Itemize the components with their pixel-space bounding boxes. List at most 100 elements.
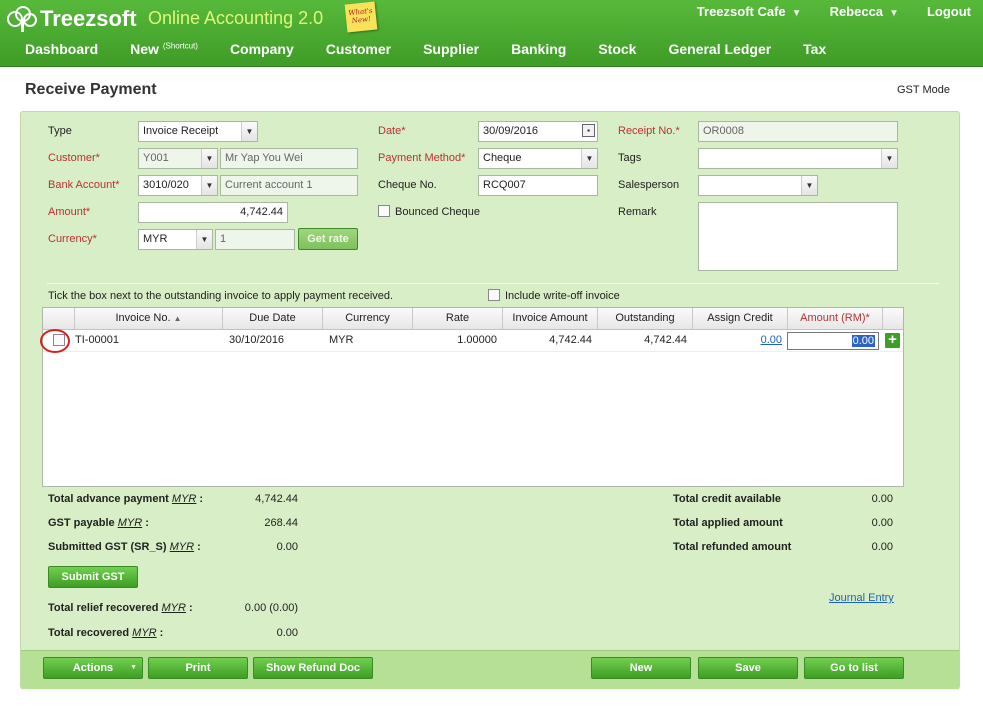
sort-asc-icon: ▲ <box>173 314 182 323</box>
top-bar: Treezsoft Online Accounting 2.0 What's N… <box>0 0 983 67</box>
amount-field[interactable]: 4,742.44 <box>138 202 288 223</box>
page-title: Receive Payment <box>25 81 157 98</box>
currency-label: Currency* <box>48 233 97 245</box>
cell-currency: MYR <box>329 334 354 346</box>
main-nav: Dashboard New (Shortcut) Company Custome… <box>0 41 842 65</box>
col-rate[interactable]: Rate <box>413 308 503 329</box>
calendar-icon[interactable]: ▪ <box>582 124 595 137</box>
payment-method-select[interactable]: Cheque ▼ <box>478 148 598 169</box>
payment-method-value: Cheque <box>483 152 522 164</box>
submitted-gst-currency: MYR <box>169 541 195 553</box>
journal-entry-link[interactable]: Journal Entry <box>829 592 894 604</box>
chevron-down-icon: ▼ <box>791 8 802 19</box>
amount-input[interactable]: 0.00 <box>787 332 879 350</box>
remark-textarea[interactable] <box>698 202 898 271</box>
bank-account-label: Bank Account* <box>48 179 120 191</box>
instructions-text: Tick the box next to the outstanding inv… <box>48 290 394 302</box>
include-writeoff-checkbox[interactable] <box>488 289 500 301</box>
nav-general-ledger[interactable]: General Ledger <box>652 41 787 65</box>
chevron-down-icon: ▼ <box>201 149 217 168</box>
gst-payable-label: GST payable MYR : <box>48 517 149 529</box>
total-advance-text: Total advance payment <box>48 493 169 505</box>
bank-code-select[interactable]: 3010/020 ▼ <box>138 175 218 196</box>
customer-code-select[interactable]: Y001 ▼ <box>138 148 218 169</box>
salesperson-select[interactable]: ▼ <box>698 175 818 196</box>
whats-new-note[interactable]: What's New! <box>344 1 378 33</box>
chevron-down-icon: ▼ <box>881 149 897 168</box>
bank-name-field: Current account 1 <box>220 175 358 196</box>
date-value: 30/09/2016 <box>483 125 539 137</box>
nav-customer[interactable]: Customer <box>310 41 407 65</box>
tags-label: Tags <box>618 152 642 164</box>
amount-label: Amount* <box>48 206 91 218</box>
nav-new[interactable]: New (Shortcut) <box>114 41 214 65</box>
receipt-no-field: OR0008 <box>698 121 898 142</box>
chevron-down-icon: ▼ <box>130 664 137 671</box>
get-rate-button[interactable]: Get rate <box>298 228 358 250</box>
actions-button[interactable]: Actions ▼ <box>43 657 143 679</box>
exchange-rate-field[interactable]: 1 <box>215 229 295 250</box>
submit-gst-button[interactable]: Submit GST <box>48 566 138 588</box>
nav-dashboard[interactable]: Dashboard <box>0 41 114 65</box>
treezsoft-logo[interactable]: Treezsoft <box>6 5 137 33</box>
company-menu[interactable]: Treezsoft Cafe ▼ <box>697 4 802 19</box>
receipt-no-label: Receipt No.* <box>618 125 680 137</box>
col-outstanding[interactable]: Outstanding <box>598 308 693 329</box>
col-amount[interactable]: Amount (RM)* <box>788 308 883 329</box>
logout-link[interactable]: Logout <box>927 4 971 19</box>
gst-payable-value: 268.44 <box>264 517 298 529</box>
currency-select[interactable]: MYR ▼ <box>138 229 213 250</box>
company-label: Treezsoft Cafe <box>696 4 786 19</box>
total-credit-value: 0.00 <box>871 493 893 505</box>
nav-tax[interactable]: Tax <box>787 41 842 65</box>
tags-select[interactable]: ▼ <box>698 148 898 169</box>
customer-label: Customer* <box>48 152 100 164</box>
go-to-list-button[interactable]: Go to list <box>804 657 904 679</box>
cell-rate: 1.00000 <box>457 334 497 346</box>
type-select[interactable]: Invoice Receipt ▼ <box>138 121 258 142</box>
col-assign-credit[interactable]: Assign Credit <box>693 308 788 329</box>
total-advance-value: 4,742.44 <box>255 493 298 505</box>
date-field[interactable]: 30/09/2016 ▪ <box>478 121 598 142</box>
include-writeoff-label: Include write-off invoice <box>505 290 620 302</box>
total-recovered-label: Total recovered MYR : <box>48 627 164 639</box>
col-invoice-no[interactable]: Invoice No. ▲ <box>75 308 223 329</box>
save-button[interactable]: Save <box>698 657 798 679</box>
col-invoice-amount[interactable]: Invoice Amount <box>503 308 598 329</box>
user-menu[interactable]: Rebecca ▼ <box>830 4 899 19</box>
print-button[interactable]: Print <box>148 657 248 679</box>
bounced-cheque-label: Bounced Cheque <box>395 206 481 218</box>
submitted-gst-text: Submitted GST (SR_S) <box>48 541 167 553</box>
nav-banking[interactable]: Banking <box>495 41 582 65</box>
total-refunded-label: Total refunded amount <box>673 541 792 553</box>
col-currency[interactable]: Currency <box>323 308 413 329</box>
col-due-date[interactable]: Due Date <box>223 308 323 329</box>
nav-supplier[interactable]: Supplier <box>407 41 495 65</box>
new-button[interactable]: New <box>591 657 691 679</box>
nav-stock[interactable]: Stock <box>582 41 652 65</box>
assign-credit-link[interactable]: 0.00 <box>693 330 782 351</box>
col-invoice-no-label: Invoice No. <box>115 312 171 324</box>
total-advance-label: Total advance payment MYR : <box>48 493 204 505</box>
receive-payment-panel: Type Invoice Receipt ▼ Customer* Y001 ▼ Mr… <box>20 111 960 689</box>
cell-outstanding: 4,742.44 <box>644 334 687 346</box>
remark-label: Remark <box>618 206 657 218</box>
logo-text: Treezsoft <box>40 6 137 31</box>
nav-company[interactable]: Company <box>214 41 310 65</box>
cell-invoice-amount: 4,742.44 <box>549 334 592 346</box>
highlight-circle <box>40 329 70 353</box>
app-name: Online Accounting 2.0 <box>148 8 324 28</box>
actions-label: Actions <box>72 662 114 674</box>
total-recovered-currency: MYR <box>132 627 157 639</box>
cheque-no-field[interactable]: RCQ007 <box>478 175 598 196</box>
table-row[interactable]: TI-00001 30/10/2016 MYR 1.00000 4,742.44… <box>43 330 903 352</box>
show-refund-doc-button[interactable]: Show Refund Doc <box>253 657 373 679</box>
bounced-cheque-checkbox[interactable] <box>378 205 390 217</box>
chevron-down-icon: ▼ <box>196 230 212 249</box>
total-credit-label: Total credit available <box>673 493 782 505</box>
cell-due-date: 30/10/2016 <box>229 334 285 346</box>
chevron-down-icon: ▼ <box>241 122 257 141</box>
date-label: Date* <box>378 125 406 137</box>
total-relief-value: 0.00 (0.00) <box>244 602 298 614</box>
plus-icon[interactable]: + <box>885 332 900 348</box>
